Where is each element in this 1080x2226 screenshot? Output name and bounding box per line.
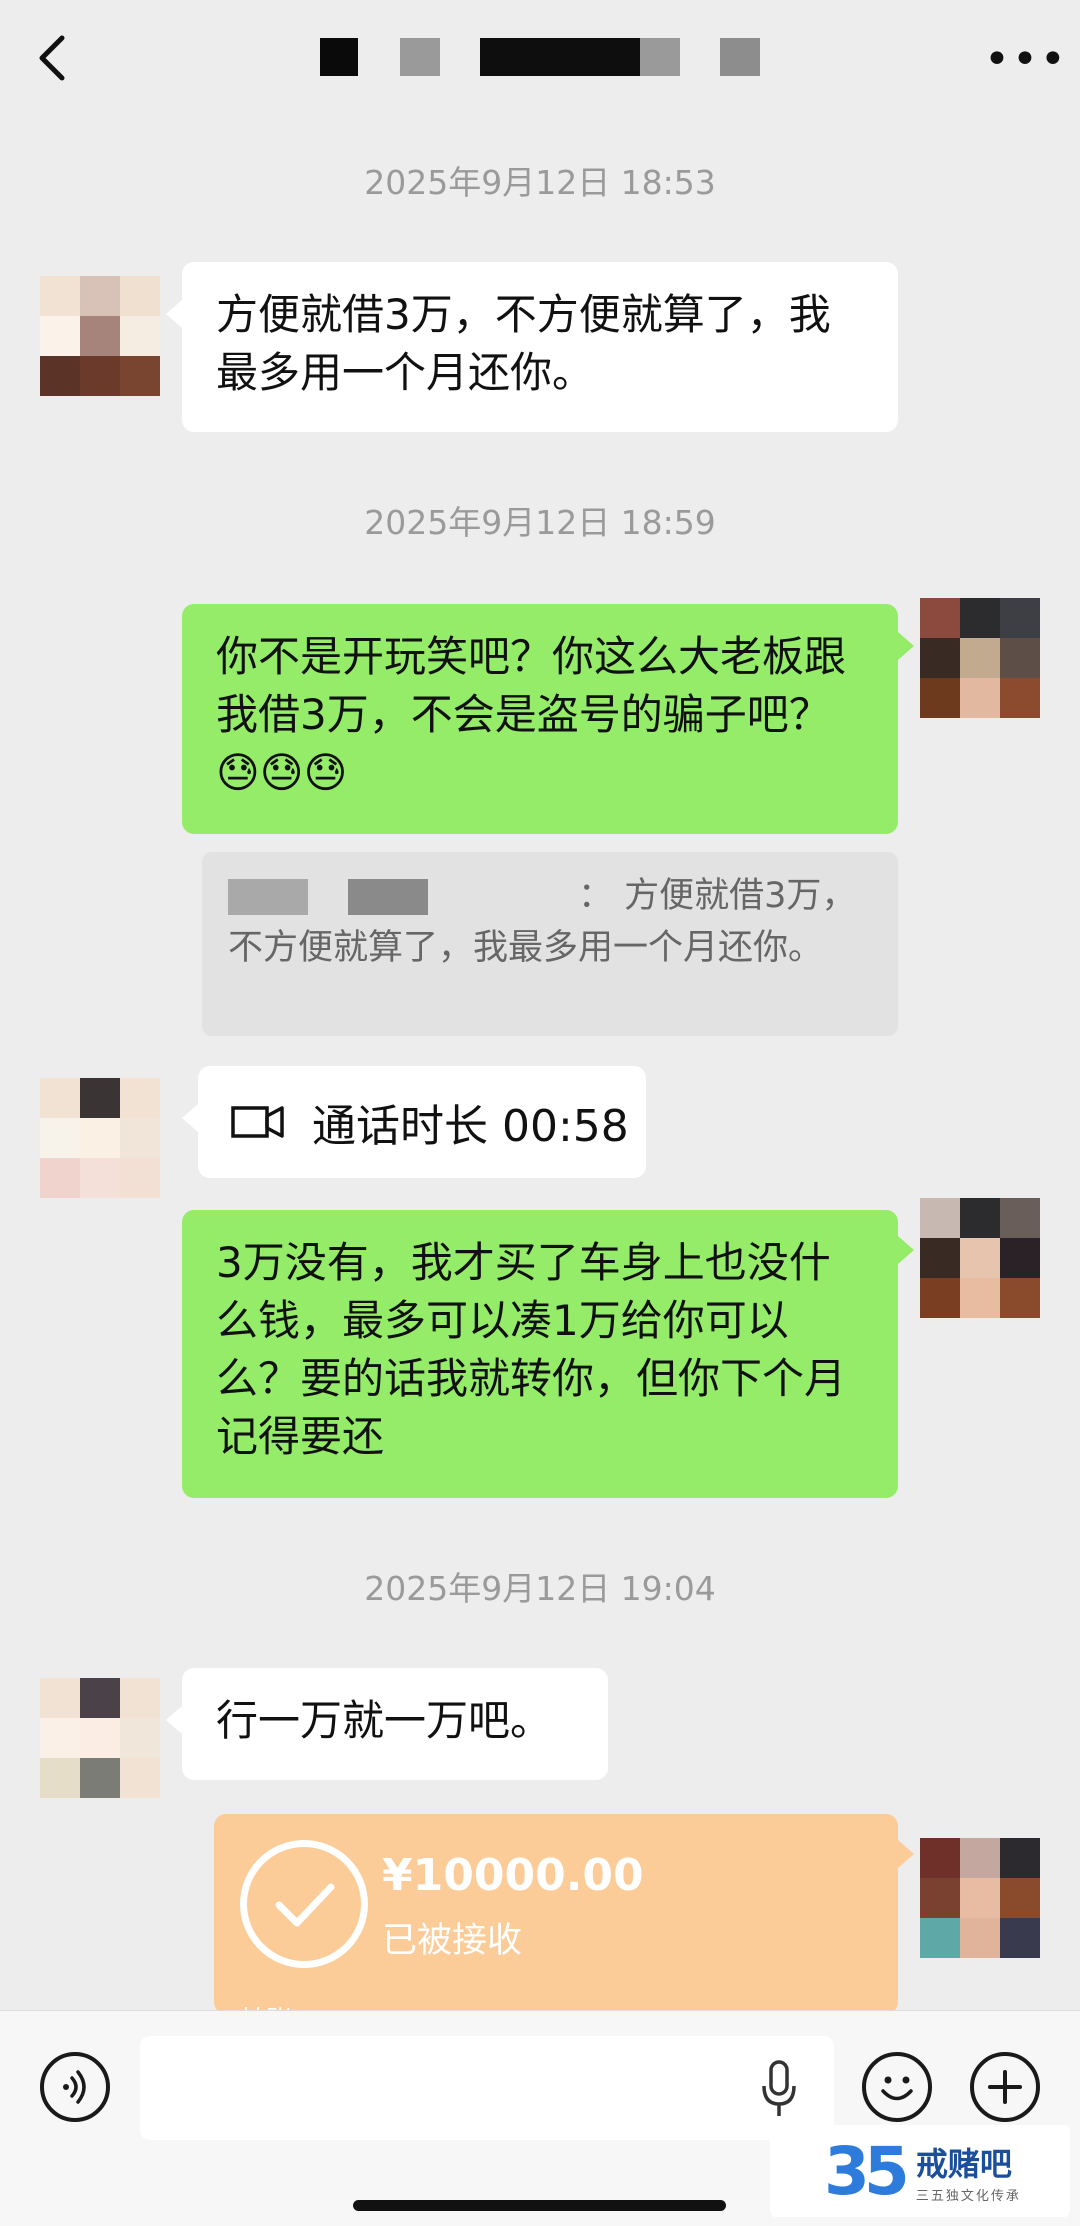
message-bubble-sent[interactable]: 3万没有，我才买了车身上也没什么钱，最多可以凑1万给你可以么？要的话我就转你，但… (182, 1210, 898, 1498)
quoted-message[interactable]: ： 方便就借3万，不方便就算了，我最多用一个月还你。 (202, 852, 898, 1036)
back-arrow-icon[interactable] (28, 30, 84, 86)
timestamp: 2025年9月12日 18:59 (364, 503, 716, 542)
quoted-text: ： 方便就借3万，不方便就算了，我最多用一个月还你。 (228, 876, 857, 968)
video-call-record[interactable]: 通话时长 00:58 (198, 1066, 646, 1178)
message-bubble-sent[interactable]: 你不是开玩笑吧？你这么大老板跟我借3万，不会是盗号的骗子吧？ 😓😓😓 (182, 604, 898, 834)
home-indicator[interactable] (353, 2200, 726, 2211)
sweat-emoji-icon: 😓😓😓 (216, 748, 348, 797)
call-duration-label: 通话时长 00:58 (312, 1101, 629, 1152)
watermark-number: 35 (824, 2132, 910, 2210)
top-bar: ••• (0, 0, 1080, 118)
add-more-icon[interactable] (970, 2052, 1040, 2122)
transfer-amount: ¥10000.00 (382, 1850, 644, 1901)
video-camera-icon (231, 1106, 284, 1138)
timestamp: 2025年9月12日 19:04 (364, 1569, 716, 1608)
message-text: 3万没有，我才买了车身上也没什么钱，最多可以凑1万给你可以么？要的话我就转你，但… (216, 1238, 847, 1461)
watermark-brand: 戒赌吧 (915, 2144, 1012, 2183)
message-text: 行一万就一万吧。 (216, 1696, 553, 1745)
self-avatar[interactable] (920, 1198, 1040, 1318)
timestamp: 2025年9月12日 18:53 (364, 163, 716, 202)
contact-avatar[interactable] (40, 1078, 160, 1198)
message-bubble-received[interactable]: 方便就借3万，不方便就算了，我最多用一个月还你。 (182, 262, 898, 432)
microphone-icon[interactable] (758, 2058, 800, 2120)
self-avatar[interactable] (920, 1838, 1040, 1958)
transfer-accepted-icon (240, 1840, 368, 1968)
message-bubble-received[interactable]: 行一万就一万吧。 (182, 1668, 608, 1780)
more-options-icon[interactable]: ••• (984, 38, 1066, 82)
contact-avatar[interactable] (40, 276, 160, 396)
quoted-sender-redacted (228, 879, 308, 915)
watermark-logo: 35 戒赌吧 三五独文化传承 (770, 2125, 1070, 2217)
watermark-tagline: 三五独文化传承 (915, 2188, 1021, 2204)
self-avatar[interactable] (920, 598, 1040, 718)
message-text: 你不是开玩笑吧？你这么大老板跟我借3万，不会是盗号的骗子吧？ (216, 632, 847, 739)
transfer-card[interactable]: ¥10000.00 已被接收 转账 (214, 1814, 898, 2014)
contact-avatar[interactable] (40, 1678, 160, 1798)
transfer-status: 已被接收 (382, 1921, 523, 1961)
voice-mode-icon[interactable] (40, 2052, 110, 2122)
message-input[interactable] (140, 2036, 834, 2140)
emoji-icon[interactable] (862, 2052, 932, 2122)
message-text: 方便就借3万，不方便就算了，我最多用一个月还你。 (216, 290, 831, 397)
